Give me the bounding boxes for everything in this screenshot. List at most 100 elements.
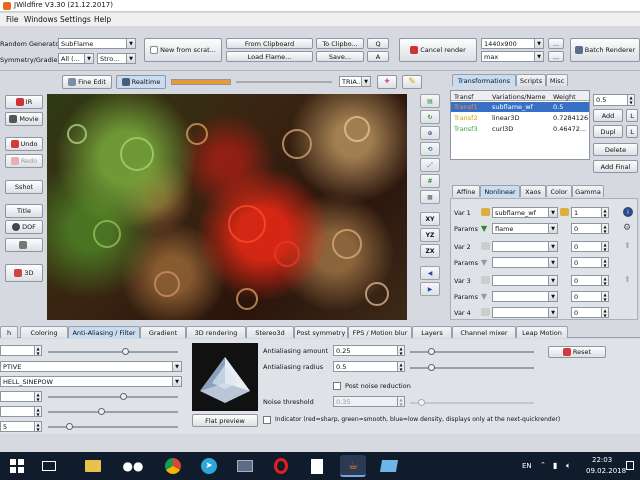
add-final-button[interactable]: Add Final — [593, 160, 638, 173]
redo-button[interactable]: Redo — [5, 154, 43, 168]
slider-knob[interactable] — [122, 348, 129, 355]
sshot-button[interactable]: Sshot — [5, 180, 43, 194]
gear-icon[interactable]: ⚙ — [623, 223, 631, 233]
tab-affine[interactable]: Affine — [452, 185, 480, 197]
up-arrow-icon[interactable]: ⬆ — [624, 241, 631, 250]
transform-weight-field[interactable]: 0.5 ▲ ▼ — [593, 94, 635, 106]
params2-select[interactable]: ▼ — [492, 257, 558, 268]
left-field-1[interactable]: ▲ ▼ — [0, 345, 42, 356]
table-row[interactable]: Transf2 linear3D 0.7284126 — [451, 113, 589, 123]
gradient-select[interactable]: Stro... ▼ — [97, 53, 136, 64]
tab-anti-aliasing[interactable]: Anti-Aliasing / Filter — [68, 326, 140, 338]
menu-windows[interactable]: Windows — [24, 15, 57, 24]
q-button[interactable]: Q — [367, 38, 389, 49]
table-row[interactable]: Transf1 subflame_wf 0.5 — [451, 102, 589, 112]
title-button[interactable]: Title — [5, 204, 43, 218]
tab-stereo3d[interactable]: Stereo3d — [246, 326, 294, 338]
aa-radius-slider[interactable] — [410, 364, 534, 371]
taskbar-chrome[interactable] — [160, 455, 186, 477]
taskbar-jwildfire[interactable]: ☕ — [340, 455, 366, 477]
start-button[interactable] — [4, 455, 30, 477]
filter-kernel-select[interactable]: PTIVE ▼ — [0, 361, 182, 372]
l-button[interactable]: L — [626, 109, 638, 122]
left-slider-2[interactable] — [48, 393, 178, 400]
volume-icon[interactable]: 🔈︎ — [566, 461, 571, 471]
to-clipboard-button[interactable]: To Clipbo... — [316, 38, 364, 49]
aa-amount-slider[interactable] — [410, 348, 534, 355]
info-icon[interactable]: i — [623, 207, 633, 217]
flame-preview[interactable] — [47, 94, 407, 320]
var4-amount-field[interactable]: 0 ▲ ▼ — [571, 307, 609, 318]
from-clipboard-button[interactable]: From Clipboard — [226, 38, 313, 49]
realtime-toggle[interactable]: Realtime — [116, 75, 166, 89]
clock-time[interactable]: 22:03 — [592, 456, 612, 464]
noise-threshold-slider[interactable] — [410, 399, 534, 406]
tab-gradient[interactable]: Gradient — [140, 326, 186, 338]
network-icon[interactable]: ▮ — [553, 461, 557, 470]
move-tool-button[interactable]: ▤ — [420, 94, 440, 108]
taskbar-photos[interactable] — [232, 455, 258, 477]
clock-date[interactable]: 09.02.2018 — [586, 467, 626, 475]
table-row[interactable]: Transf3 curl3D 0.46472... — [451, 124, 589, 134]
square-tool-button[interactable]: ■ — [420, 190, 440, 204]
var3-select[interactable]: ▼ — [492, 275, 558, 286]
rotate-tool-button[interactable]: ↻ — [420, 110, 440, 124]
params2-value-field[interactable]: 0 ▲ ▼ — [571, 257, 609, 268]
var1-amount-field[interactable]: 1 ▲ ▼ — [571, 207, 609, 218]
grid-tool-button[interactable]: # — [420, 174, 440, 188]
add-transform-button[interactable]: Add — [593, 109, 623, 122]
menu-file[interactable]: File — [6, 15, 19, 24]
tab-nonlinear[interactable]: Nonlinear — [480, 185, 520, 197]
movie-button[interactable]: Movie — [5, 112, 43, 126]
xy-button[interactable]: XY — [420, 212, 440, 226]
fine-edit-button[interactable]: Fine Edit — [62, 75, 112, 89]
tab-gamma[interactable]: Gamma — [572, 185, 604, 197]
aa-radius-field[interactable]: 0.5 ▲ ▼ — [333, 361, 405, 372]
tab-leap-motion[interactable]: Leap Motion — [516, 326, 568, 338]
tab-xaos[interactable]: Xaos — [520, 185, 546, 197]
slider-knob[interactable] — [418, 399, 425, 406]
tab-fps-motion-blur[interactable]: FPS / Motion blur — [348, 326, 412, 338]
filter-type-select[interactable]: HELL_SINEPOW ▼ — [0, 376, 182, 387]
tab-h[interactable]: h — [0, 326, 18, 338]
tab-transformations[interactable]: Transformations — [452, 74, 516, 86]
tab-misc[interactable]: Misc — [546, 74, 568, 86]
noise-threshold-field[interactable]: 0.35 ▲ ▼ — [333, 396, 405, 407]
slider-knob[interactable] — [120, 393, 127, 400]
indicator-checkbox[interactable] — [263, 416, 271, 424]
left-slider-1[interactable] — [48, 348, 178, 355]
menu-help[interactable]: Help — [94, 15, 111, 24]
random-generator-select[interactable]: SubFlame ▼ — [58, 38, 136, 49]
params1-select[interactable]: flame ▼ — [492, 223, 558, 234]
cancel-render-button[interactable]: Cancel render — [399, 38, 477, 62]
quality-select[interactable]: max ▼ — [481, 51, 544, 62]
left-field-2[interactable]: ▲ ▼ — [0, 391, 42, 402]
var1-select[interactable]: subflame_wf ▼ — [492, 207, 558, 218]
nodes-tool-button[interactable]: ⋰ — [420, 158, 440, 172]
flat-preview-button[interactable]: Flat preview — [192, 414, 258, 427]
notifications-icon[interactable] — [626, 461, 634, 470]
load-flame-button[interactable]: Load Flame... — [226, 51, 313, 62]
triangle-mode-select[interactable]: TRIA... ▼ — [339, 76, 371, 87]
taskbar-app-eyes[interactable]: ●● — [120, 455, 146, 477]
batch-renderer-button[interactable]: Batch Renderer — [570, 38, 640, 62]
aa-amount-field[interactable]: 0.25 ▲ ▼ — [333, 345, 405, 356]
slider-knob[interactable] — [98, 408, 105, 415]
shear-tool-button[interactable]: ⟲ — [420, 142, 440, 156]
new-from-scratch-button[interactable]: New from scrat... — [144, 38, 222, 62]
dof-button[interactable]: DOF — [5, 220, 43, 234]
zx-button[interactable]: ZX — [420, 244, 440, 258]
slider-knob[interactable] — [66, 423, 73, 430]
var3-amount-field[interactable]: 0 ▲ ▼ — [571, 275, 609, 286]
menu-settings[interactable]: Settings — [60, 15, 91, 24]
var2-amount-field[interactable]: 0 ▲ ▼ — [571, 241, 609, 252]
params3-select[interactable]: ▼ — [492, 291, 558, 302]
sparkle-button[interactable]: ✦ — [377, 75, 397, 89]
taskbar-opera[interactable] — [268, 455, 294, 477]
tab-color[interactable]: Color — [546, 185, 572, 197]
taskbar-telegram[interactable]: ➤ — [196, 455, 222, 477]
delete-transform-button[interactable]: Delete — [593, 143, 638, 156]
symmetry-select[interactable]: All (... ▼ — [58, 53, 94, 64]
left-slider-4[interactable] — [48, 423, 178, 430]
tab-channel-mixer[interactable]: Channel mixer — [452, 326, 516, 338]
